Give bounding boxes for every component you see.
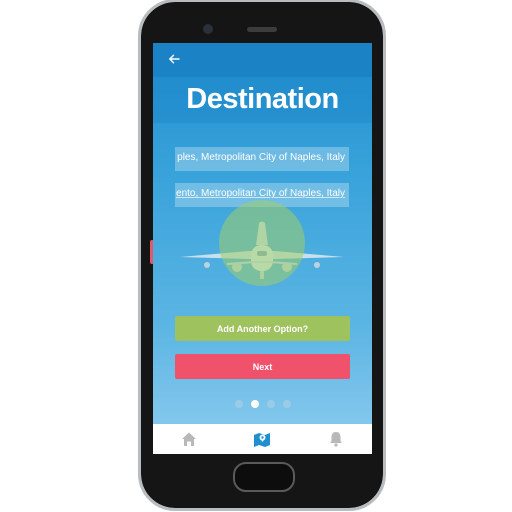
touch-indicator [219, 200, 305, 286]
back-button[interactable] [163, 48, 185, 70]
front-camera [203, 24, 213, 34]
next-button[interactable]: Next [175, 354, 350, 379]
page-dot[interactable] [235, 400, 243, 408]
page-title: Destination [186, 83, 339, 115]
arrow-left-icon [168, 54, 180, 64]
earpiece-speaker [247, 27, 277, 32]
add-option-button[interactable]: Add Another Option? [175, 316, 350, 341]
bell-icon[interactable] [327, 430, 345, 448]
top-bar [153, 43, 372, 77]
destination-field-2-text: ento, Metropolitan City of Naples, Italy [176, 188, 345, 199]
page-dot[interactable] [283, 400, 291, 408]
home-button[interactable] [233, 462, 295, 492]
page-dot[interactable] [267, 400, 275, 408]
bottom-nav [153, 424, 372, 454]
page-dot-active[interactable] [251, 400, 259, 408]
page-indicator [235, 400, 295, 408]
map-icon[interactable] [253, 430, 271, 448]
app-screen: Destination ples, Metropolitan City of N… [153, 43, 372, 454]
destination-field-1[interactable]: ples, Metropolitan City of Naples, Italy [175, 147, 349, 171]
home-icon[interactable] [180, 430, 198, 448]
destination-field-1-text: ples, Metropolitan City of Naples, Italy [177, 152, 345, 163]
